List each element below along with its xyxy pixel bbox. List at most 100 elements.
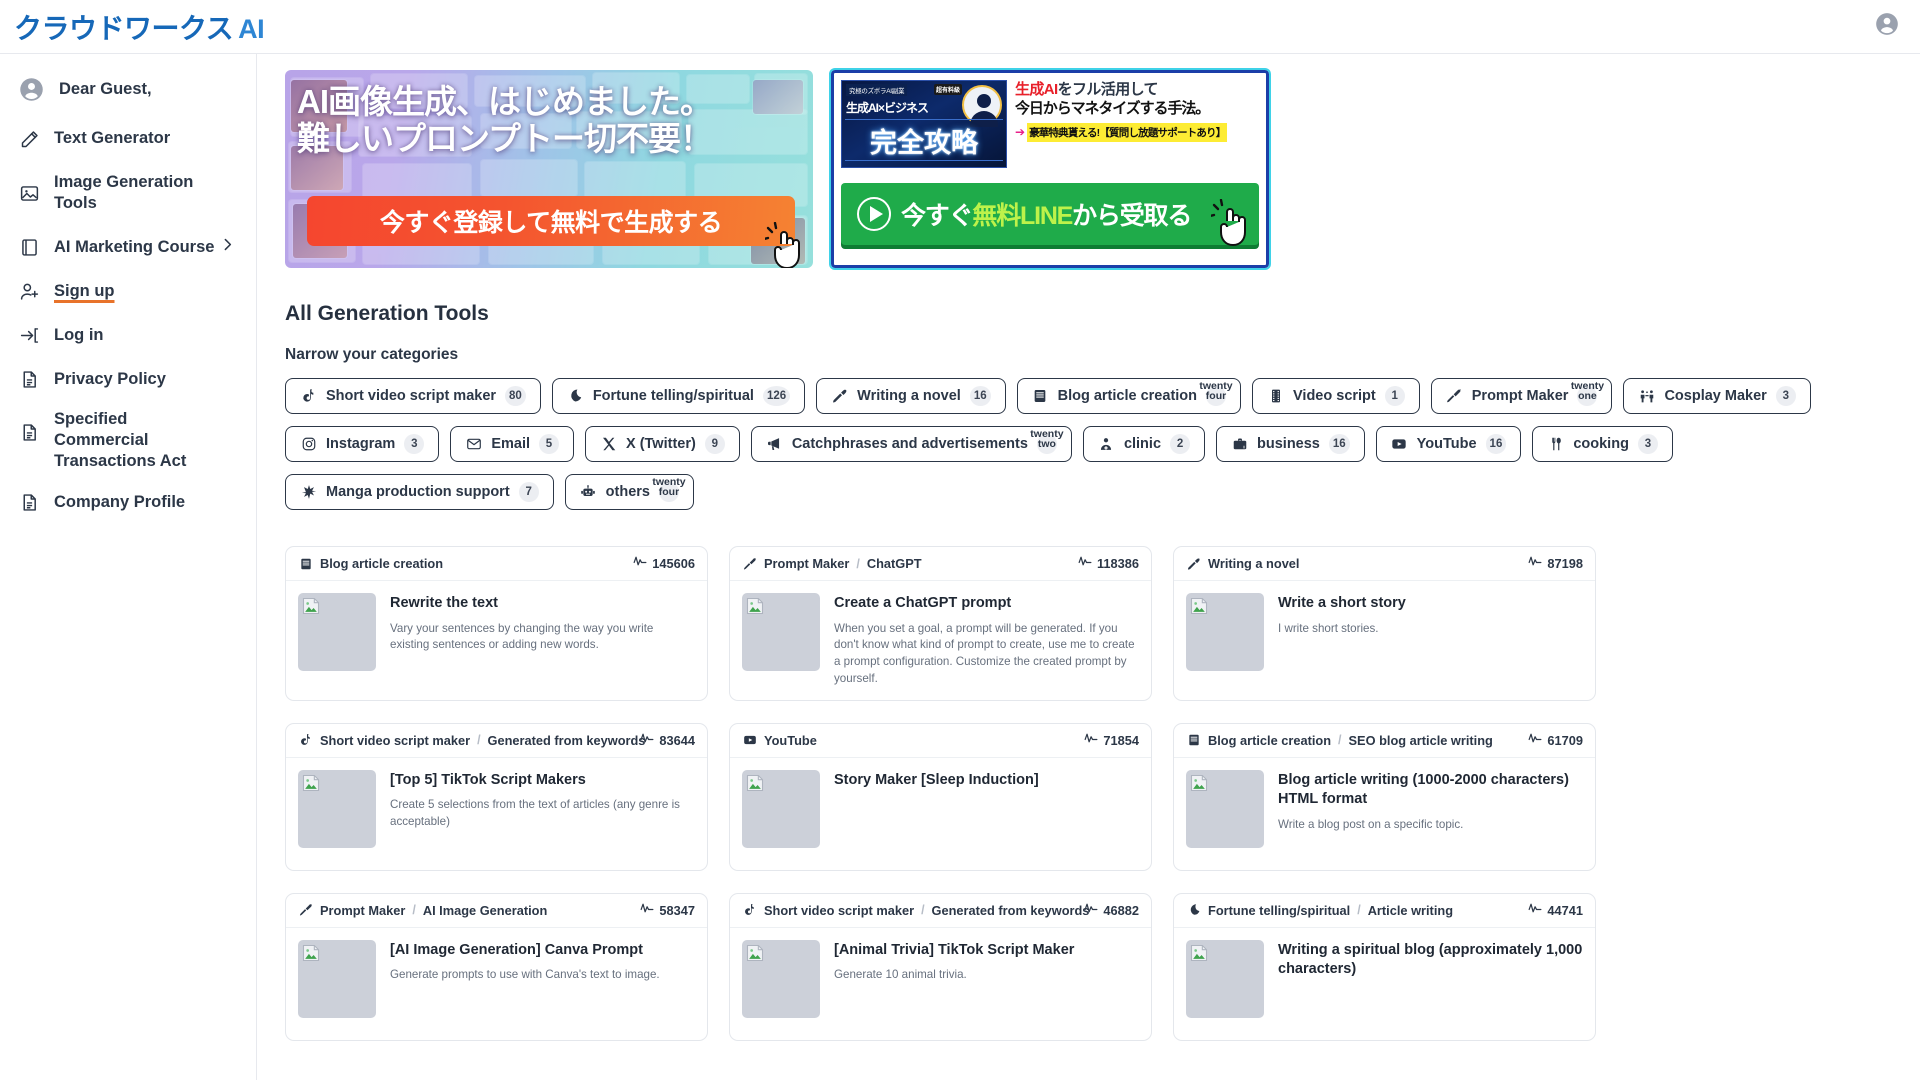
sidebar-item-privacy-policy[interactable]: Privacy Policy xyxy=(0,357,256,401)
category-chip[interactable]: YouTube 16 xyxy=(1375,426,1522,462)
category-chip-count: 16 xyxy=(1328,434,1350,454)
sidebar-item-company-profile[interactable]: Company Profile xyxy=(0,481,256,525)
breadcrumb-separator: / xyxy=(1338,733,1342,748)
category-chip[interactable]: Cosplay Maker 3 xyxy=(1623,378,1811,414)
tool-card-title: Story Maker [Sleep Induction] xyxy=(834,771,1039,788)
tool-card-category: Prompt Maker xyxy=(764,556,850,571)
tool-card-body: Blog article writing (1000-2000 characte… xyxy=(1174,758,1595,870)
tool-card-text: [AI Image Generation] Canva Prompt Genera… xyxy=(390,940,660,1028)
cta-post: から受取る xyxy=(1072,202,1192,230)
tool-card-text: Writing a spiritual blog (approximately … xyxy=(1278,940,1583,1028)
category-chip[interactable]: Writing a novel 16 xyxy=(816,378,1006,414)
category-chip[interactable]: Fortune telling/spiritual 126 xyxy=(551,378,806,414)
image-icon xyxy=(18,182,40,204)
tool-card-description: Generate prompts to use with Canva's tex… xyxy=(390,968,660,982)
tool-card-subcategory: ChatGPT xyxy=(866,556,922,571)
tool-card-thumbnail xyxy=(1186,593,1264,671)
tool-card-breadcrumb: Blog article creation xyxy=(298,556,443,571)
category-chip-count: 9 xyxy=(704,434,725,454)
tool-card[interactable]: Fortune telling/spiritual / Article writin… xyxy=(1173,892,1596,1041)
brand-logo[interactable]: クラウドワークス AI xyxy=(14,7,265,47)
tool-card-breadcrumb: Short video script maker / Generated from … xyxy=(298,733,645,748)
tool-card[interactable]: Blog article creation 145606 Rewrite the t… xyxy=(285,546,708,701)
chevron-right-icon[interactable] xyxy=(219,236,236,258)
tiktok-icon xyxy=(298,733,313,748)
category-chip[interactable]: Instagram 3 xyxy=(285,426,440,462)
category-chip[interactable]: Email 5 xyxy=(450,426,574,462)
category-chip-count: 7 xyxy=(518,482,539,502)
category-chip[interactable]: Manga production support 7 xyxy=(285,474,554,510)
tool-card-category: Blog article creation xyxy=(320,556,444,571)
category-chip[interactable]: clinic 2 xyxy=(1082,426,1206,462)
category-chip-label: Fortune telling/spiritual xyxy=(592,388,754,404)
category-chip[interactable]: others twenty four xyxy=(564,474,694,510)
tool-card[interactable]: Short video script maker / Generated from … xyxy=(729,892,1152,1041)
tool-card-header: Blog article creation / SEO blog article w… xyxy=(1174,724,1595,758)
sparkle-icon xyxy=(300,484,317,501)
category-chip[interactable]: Video script 1 xyxy=(1252,378,1420,414)
account-menu-button[interactable] xyxy=(1872,12,1902,42)
play-icon xyxy=(857,197,891,231)
category-chip-label: YouTube xyxy=(1416,436,1477,452)
tool-card-usage-count: 61709 xyxy=(1547,732,1583,748)
banner2-copy: 生成AIをフル活用して 今日からマネタイズする手法。 ➔ 豪華特典貰える!【質問… xyxy=(1015,80,1259,176)
category-chip[interactable]: Blog article creation twenty four xyxy=(1016,378,1242,414)
banner2-headline-line1: 生成AIをフル活用して xyxy=(1015,81,1259,100)
tool-card[interactable]: Short video script maker / Generated from … xyxy=(285,722,708,871)
tool-card-breadcrumb: Writing a novel xyxy=(1186,556,1299,571)
category-chip[interactable]: Catchphrases and advertisements twenty tw… xyxy=(750,426,1072,462)
sidebar-item-specified-commercial-transactions-act[interactable]: Specified Commercial Transactions Act xyxy=(0,401,256,480)
sidebar-item-log-in[interactable]: Log in xyxy=(0,313,256,357)
cutlery-icon xyxy=(1547,436,1564,453)
youtube-icon xyxy=(742,733,757,748)
tool-card[interactable]: Writing a novel 87198 Write a short story I… xyxy=(1173,546,1596,701)
book-icon xyxy=(18,236,40,258)
breadcrumb-separator: / xyxy=(921,903,925,918)
banner-cta-button[interactable]: 今すぐ登録して無料で生成する xyxy=(307,196,795,246)
brush-icon xyxy=(1446,388,1463,405)
sidebar-item-ai-marketing-course[interactable]: AI Marketing Course xyxy=(0,225,256,269)
category-chip[interactable]: cooking 3 xyxy=(1532,426,1673,462)
tool-card-usage-count: 118386 xyxy=(1097,556,1139,571)
fountain-pen-icon xyxy=(831,388,848,405)
banner-headline: AI画像生成、はじめました。 難しいプロンプトー切不要！ xyxy=(297,83,805,158)
main-content: AI画像生成、はじめました。 難しいプロンプトー切不要！ 今すぐ登録して無料で生… xyxy=(257,54,1920,1080)
tool-card-usage-count: 58347 xyxy=(659,902,695,918)
category-chip[interactable]: Short video script maker 80 xyxy=(285,378,541,414)
thumbnail-line2: 完全攻略 xyxy=(845,119,1003,161)
category-chip[interactable]: business 16 xyxy=(1216,426,1365,462)
tool-card-usage-count: 87198 xyxy=(1547,556,1583,571)
tool-card-title: Writing a spiritual blog (approximately … xyxy=(1278,941,1583,978)
x-twitter-icon xyxy=(600,436,617,453)
breadcrumb-separator: / xyxy=(1357,903,1361,918)
category-chip-label: cooking xyxy=(1573,436,1629,452)
instagram-icon xyxy=(300,436,317,453)
tool-card[interactable]: Prompt Maker / AI Image Generation 58347 [AI… xyxy=(285,892,708,1041)
tool-card[interactable]: Prompt Maker / ChatGPT 118386 Create a ChatG… xyxy=(729,546,1152,701)
category-chip-label: Email xyxy=(491,436,530,452)
sidebar-item-image-generation-tools[interactable]: Image Generation Tools xyxy=(0,161,256,225)
category-chip-label: Writing a novel xyxy=(857,388,961,404)
activity-pulse-icon xyxy=(640,901,654,920)
banner-headline-line2: 難しいプロンプトー切不要！ xyxy=(297,119,713,157)
category-chip[interactable]: X (Twitter) 9 xyxy=(585,426,740,462)
ai-marketing-line-banner[interactable]: 究極のズボラAI副業 超有料級 生成AI×ビジネス 完全攻略 生成AIをフル活用… xyxy=(829,68,1271,270)
tool-card-usage-stat: 118386 xyxy=(1078,554,1139,573)
tool-card[interactable]: Blog article creation / SEO blog article w… xyxy=(1173,722,1596,871)
sidebar-item-sign-up[interactable]: Sign up xyxy=(0,269,256,313)
tool-card-header: Prompt Maker / ChatGPT 118386 xyxy=(730,547,1151,581)
category-chip[interactable]: Prompt Maker twenty one xyxy=(1430,378,1613,414)
moon-icon xyxy=(1186,903,1201,918)
category-filter-list: Short video script maker 80 Fortune tellin… xyxy=(285,378,1830,510)
tool-card-breadcrumb: Prompt Maker / AI Image Generation xyxy=(298,903,547,918)
tool-card-header: YouTube 71854 xyxy=(730,724,1151,758)
category-chip-count-text: twenty one xyxy=(1570,380,1605,402)
thumbnail-badge: 超有料級 xyxy=(933,84,962,95)
sidebar-item-text-generator[interactable]: Text Generator xyxy=(0,117,256,161)
tool-card[interactable]: YouTube 71854 Story Maker [Sleep Induction… xyxy=(729,722,1152,871)
ai-image-generation-banner[interactable]: AI画像生成、はじめました。 難しいプロンプトー切不要！ 今すぐ登録して無料で生… xyxy=(285,70,813,268)
banner2-cta-button[interactable]: 今すぐ無料LINEから受取る xyxy=(841,183,1259,246)
tool-card-usage-stat: 61709 xyxy=(1528,731,1583,750)
tool-card-text: Blog article writing (1000-2000 characte… xyxy=(1278,770,1583,858)
banner2-top: 究極のズボラAI副業 超有料級 生成AI×ビジネス 完全攻略 生成AIをフル活用… xyxy=(841,80,1259,176)
